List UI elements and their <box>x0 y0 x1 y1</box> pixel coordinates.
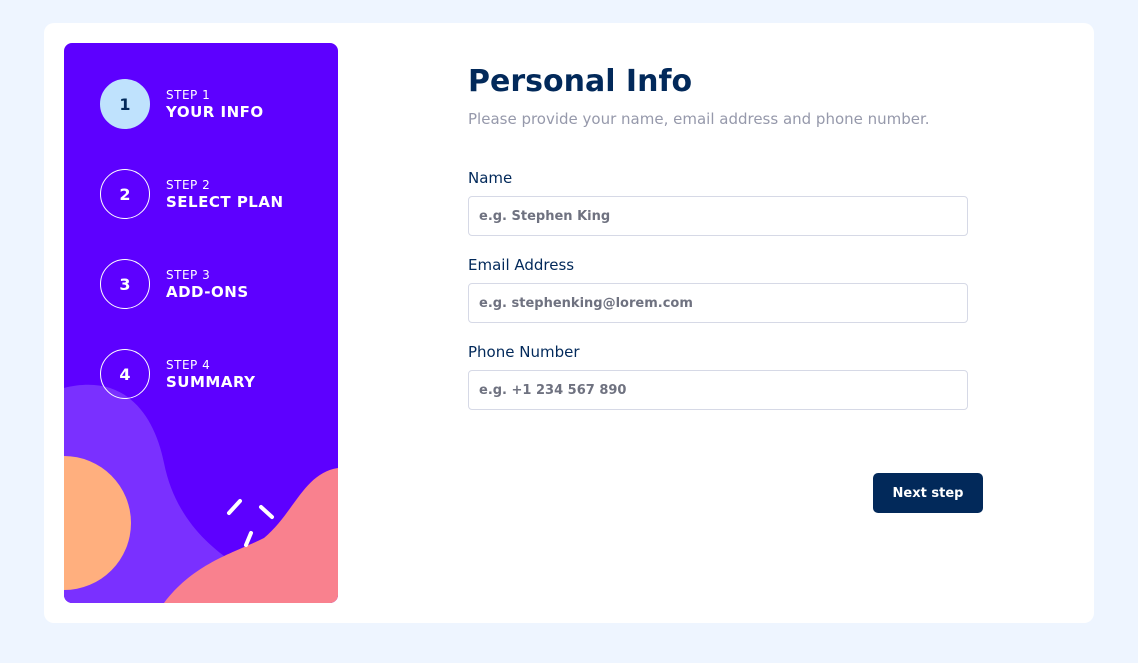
step-title: SUMMARY <box>166 372 256 391</box>
step-number-badge: 2 <box>100 169 150 219</box>
step-number-badge: 4 <box>100 349 150 399</box>
form-card: 1 STEP 1 YOUR INFO 2 STEP 2 SELECT PLAN … <box>44 23 1094 623</box>
phone-field-group: Phone Number <box>468 343 988 410</box>
step-kicker: STEP 2 <box>166 177 211 192</box>
step-number-badge: 1 <box>100 79 150 129</box>
sparkle-line <box>259 505 274 519</box>
step-sidebar: 1 STEP 1 YOUR INFO 2 STEP 2 SELECT PLAN … <box>64 43 338 603</box>
email-label: Email Address <box>468 256 575 274</box>
step-kicker: STEP 1 <box>166 87 211 102</box>
personal-info-section: Personal Info Please provide your name, … <box>468 63 988 430</box>
name-input[interactable] <box>468 196 968 236</box>
step-item-your-info[interactable]: 1 STEP 1 YOUR INFO <box>100 79 284 129</box>
step-item-add-ons[interactable]: 3 STEP 3 ADD-ONS <box>100 259 284 309</box>
step-item-summary[interactable]: 4 STEP 4 SUMMARY <box>100 349 284 399</box>
sparkle-line <box>227 499 242 515</box>
name-label: Name <box>468 169 513 187</box>
phone-input[interactable] <box>468 370 968 410</box>
step-number-badge: 3 <box>100 259 150 309</box>
step-list: 1 STEP 1 YOUR INFO 2 STEP 2 SELECT PLAN … <box>100 79 284 439</box>
personal-info-form: Name Email Address Phone Number <box>468 169 988 410</box>
step-kicker: STEP 4 <box>166 357 211 372</box>
next-step-button[interactable]: Next step <box>873 473 983 513</box>
step-kicker: STEP 3 <box>166 267 211 282</box>
step-title: ADD-ONS <box>166 282 249 301</box>
page-subtitle: Please provide your name, email address … <box>468 110 930 128</box>
phone-label: Phone Number <box>468 343 580 361</box>
page-title: Personal Info <box>468 64 693 99</box>
step-title: SELECT PLAN <box>166 192 284 211</box>
email-field-group: Email Address <box>468 256 988 323</box>
name-field-group: Name <box>468 169 988 236</box>
step-title: YOUR INFO <box>166 102 264 121</box>
email-input[interactable] <box>468 283 968 323</box>
step-item-select-plan[interactable]: 2 STEP 2 SELECT PLAN <box>100 169 284 219</box>
sparkle-line <box>244 531 253 547</box>
